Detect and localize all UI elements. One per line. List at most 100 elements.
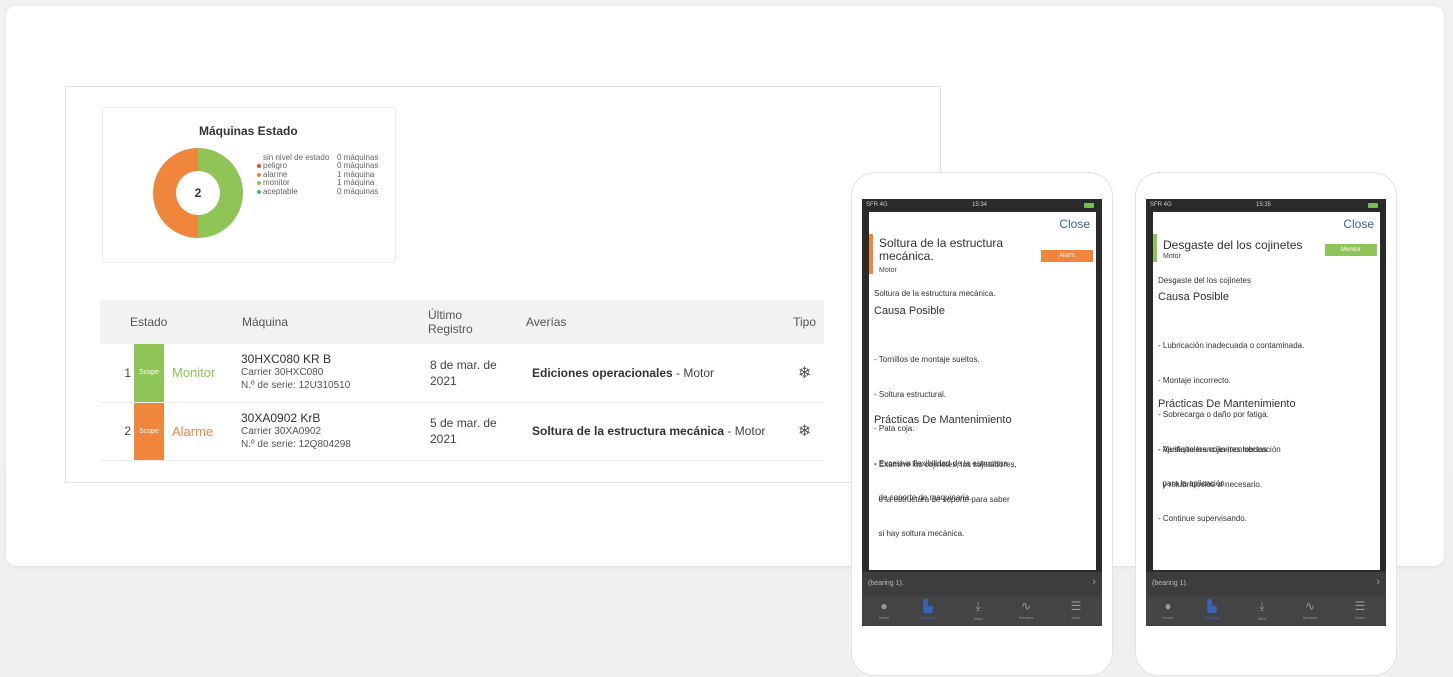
fault-name: Soltura de la estructura mecánica xyxy=(532,424,725,438)
severity-bar xyxy=(1153,234,1157,262)
chevron-right-icon: › xyxy=(1092,576,1096,588)
fault-component: - Motor xyxy=(672,365,715,380)
practice-list: - Verifique los cojinetes lubricación y … xyxy=(1158,445,1281,523)
clock: 15:34 xyxy=(972,202,988,208)
table-row[interactable]: 2 Scope Alarme 30XA0902 KrB Carrier 30XA… xyxy=(100,402,824,461)
practice-list: - Examine los cojinetes, los sujetadores… xyxy=(874,460,1017,538)
close-button[interactable]: Close xyxy=(1059,217,1090,231)
severity-bar xyxy=(869,234,873,274)
machines-table: Estado Máquina Último Registro Averías T… xyxy=(100,300,824,461)
tab-more[interactable]: ☰ More xyxy=(1054,599,1098,620)
machine-serial: N.º de serie: 12U310510 xyxy=(241,380,351,392)
legend-dot xyxy=(257,164,261,169)
machine-cell[interactable]: 30XA0902 KrB Carrier 30XA0902 N.º de ser… xyxy=(234,402,420,461)
machine-cell[interactable]: 30HXC080 KR B Carrier 30HXC080 N.º de se… xyxy=(234,344,420,403)
scope-badge: Scope xyxy=(134,402,164,461)
battery-icon xyxy=(1084,203,1094,208)
fault-name: Ediciones operacionales xyxy=(532,365,673,380)
header-estado[interactable]: Estado xyxy=(100,300,234,344)
cause-heading: Causa Posible xyxy=(1158,291,1229,303)
last-record-date: 5 de mar. de 2021 xyxy=(420,402,518,461)
close-button[interactable]: Close xyxy=(1343,217,1374,231)
machines-status-chart: Máquinas Estado 2 sin nivel de estado 0 … xyxy=(102,107,396,263)
fault-detail-modal: Close Soltura de la estructura mecánica.… xyxy=(869,212,1096,570)
table-header-row: Estado Máquina Último Registro Averías T… xyxy=(100,300,824,344)
download-icon: ⤓ xyxy=(1259,599,1265,613)
background-list-item[interactable]: (bearing 1). › xyxy=(1146,572,1386,596)
person-icon: ● xyxy=(1164,599,1172,613)
row-number: 1 xyxy=(100,344,134,403)
phone-mockup-alarm: SFR 4G 15:34 Close Soltura de la estruct… xyxy=(851,172,1113,676)
last-record-date: 8 de mar. de 2021 xyxy=(420,344,518,403)
fault-title: Desgaste del los cojinetes xyxy=(1163,238,1303,252)
fault-detail-modal: Close Desgaste del los cojinetes Motor M… xyxy=(1153,212,1380,570)
machine-carrier: Carrier 30XA0902 xyxy=(241,425,322,437)
status-label: Alarme xyxy=(164,402,234,461)
tab-bar: ● Home ▙ Buildings ⤓ Infos ∿ Sensors ☰ More xyxy=(862,596,1102,626)
wave-icon: ∿ xyxy=(1020,599,1032,613)
tab-home[interactable]: ● Home xyxy=(1146,599,1190,620)
header-tipo[interactable]: Tipo xyxy=(785,300,824,344)
chart-title: Máquinas Estado xyxy=(199,124,298,138)
donut-center-count: 2 xyxy=(195,186,202,200)
download-icon: ⤓ xyxy=(975,599,981,613)
person-icon: ● xyxy=(880,599,888,613)
donut-slice-monitor[interactable] xyxy=(198,148,243,238)
tab-home[interactable]: ● Home xyxy=(862,599,906,620)
fault-component: - Motor xyxy=(724,424,766,438)
header-ultimo-registro[interactable]: Último Registro xyxy=(420,300,518,344)
legend-dot xyxy=(257,181,261,186)
menu-icon: ☰ xyxy=(1354,599,1366,613)
legend-dot xyxy=(257,172,261,177)
tab-buildings[interactable]: ▙ Buildings xyxy=(1190,599,1234,620)
phone-mockup-monitor: SFR 4G 15:35 Close Desgaste del los coji… xyxy=(1135,172,1397,676)
machine-name: 30XA0902 KrB xyxy=(241,410,321,425)
snowflake-icon: ❄ xyxy=(785,344,824,403)
tab-sensors[interactable]: ∿ Sensors xyxy=(1004,599,1048,620)
practice-heading: Prácticas De Mantenimiento xyxy=(874,414,1012,426)
legend-dot xyxy=(257,189,261,194)
chevron-right-icon: › xyxy=(1376,576,1380,588)
severity-badge: Alarm xyxy=(1041,250,1093,262)
tab-infos[interactable]: ⤓ Infos xyxy=(1240,599,1284,621)
menu-icon: ☰ xyxy=(1070,599,1082,613)
fault-cell[interactable]: Soltura de la estructura mecánica - Moto… xyxy=(518,402,786,461)
cause-heading: Causa Posible xyxy=(874,305,945,317)
building-icon: ▙ xyxy=(923,599,933,613)
table-row[interactable]: 1 Scope Monitor 30HXC080 KR B Carrier 30… xyxy=(100,344,824,403)
tab-more[interactable]: ☰ More xyxy=(1338,599,1382,620)
legend-item[interactable]: aceptable 0 máquinas xyxy=(257,187,389,196)
status-bar: SFR 4G 15:34 xyxy=(862,199,1102,212)
carrier-label: SFR 4G xyxy=(1150,202,1172,208)
header-averias[interactable]: Averías xyxy=(518,300,786,344)
machine-name: 30HXC080 KR B xyxy=(241,352,332,367)
tab-bar: ● Home ▙ Buildings ⤓ Infos ∿ Sensors ☰ More xyxy=(1146,596,1386,626)
machine-serial: N.º de serie: 12Q804298 xyxy=(241,438,351,450)
severity-badge: Monitor xyxy=(1325,244,1377,256)
tab-buildings[interactable]: ▙ Buildings xyxy=(906,599,950,620)
background-list-item[interactable]: (bearing 1). › xyxy=(862,572,1102,596)
header-maquina[interactable]: Máquina xyxy=(234,300,420,344)
dashboard-panel: Máquinas Estado 2 sin nivel de estado 0 … xyxy=(65,86,941,483)
donut-slice-alarme[interactable] xyxy=(153,148,198,238)
chart-legend: sin nivel de estado 0 máquinas peligro 0… xyxy=(257,153,389,196)
phone-screen: SFR 4G 15:35 Close Desgaste del los coji… xyxy=(1146,199,1386,626)
tab-infos[interactable]: ⤓ Infos xyxy=(956,599,1000,621)
row-number: 2 xyxy=(100,402,134,461)
clock: 15:35 xyxy=(1256,202,1272,208)
building-icon: ▙ xyxy=(1207,599,1217,613)
status-label: Monitor xyxy=(164,344,234,403)
carrier-label: SFR 4G xyxy=(866,202,888,208)
snowflake-icon: ❄ xyxy=(785,402,824,461)
fault-component: Motor xyxy=(879,267,897,274)
status-donut[interactable]: 2 xyxy=(143,138,253,248)
status-bar: SFR 4G 15:35 xyxy=(1146,199,1386,212)
fault-cell[interactable]: Ediciones operacionales - Motor xyxy=(518,344,786,403)
scope-badge: Scope xyxy=(134,344,164,403)
machine-carrier: Carrier 30HXC080 xyxy=(241,367,324,379)
phone-screen: SFR 4G 15:34 Close Soltura de la estruct… xyxy=(862,199,1102,626)
tab-sensors[interactable]: ∿ Sensors xyxy=(1288,599,1332,620)
fault-description: Desgaste del los cojinetes xyxy=(1158,276,1251,285)
wave-icon: ∿ xyxy=(1304,599,1316,613)
fault-description: Soltura de la estructura mecánica. xyxy=(874,289,996,298)
